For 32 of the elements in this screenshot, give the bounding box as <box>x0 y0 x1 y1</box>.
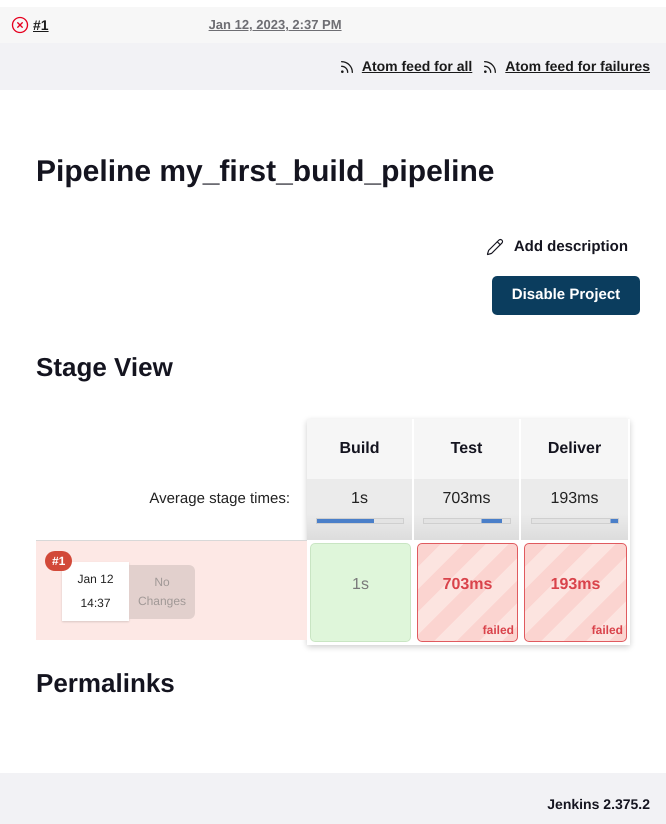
stage-duration: 193ms <box>550 575 600 595</box>
rss-icon <box>338 58 355 74</box>
stage-result-cell[interactable]: 703ms failed <box>417 542 518 642</box>
atom-feed-link[interactable]: Atom feed for all <box>362 56 472 77</box>
failed-label: failed <box>482 622 514 638</box>
stage-result-cell[interactable]: 1s <box>310 542 411 642</box>
failed-label: failed <box>592 622 623 638</box>
build-number-badge[interactable]: #1 <box>45 550 72 570</box>
section-heading: Stage View <box>36 350 174 382</box>
stage-header: Build <box>307 418 414 478</box>
average-time: 193ms <box>550 488 599 508</box>
section-heading: Permalinks <box>36 666 176 698</box>
stage-result-cell[interactable]: 193ms failed <box>524 542 627 642</box>
average-time: 703ms <box>442 488 491 508</box>
no-changes-text: No Changes <box>137 574 187 610</box>
page-title: Pipeline my_first_build_pipeline <box>36 154 496 190</box>
stage-header: Deliver <box>521 418 630 478</box>
jenkins-version: Jenkins 2.375.2 <box>547 795 650 814</box>
pencil-icon <box>486 238 504 256</box>
rss-icon <box>482 58 498 74</box>
build-number-link[interactable]: #1 <box>33 14 49 36</box>
atom-feed-link[interactable]: Atom feed for failures <box>505 56 650 77</box>
average-times-label: Average stage times: <box>149 488 290 509</box>
stage-header: Test <box>414 418 521 478</box>
stage-duration: 1s <box>352 575 369 595</box>
add-description-link[interactable]: Add description <box>486 236 628 258</box>
stage-duration: 703ms <box>442 575 492 595</box>
build-time: 14:37 <box>80 595 111 612</box>
build-time-link[interactable]: Jan 12, 2023, 2:37 PM <box>208 15 342 35</box>
disable-project-button[interactable]: Disable Project <box>492 276 640 314</box>
average-time: 1s <box>351 488 368 508</box>
build-date: Jan 12 <box>77 571 114 588</box>
